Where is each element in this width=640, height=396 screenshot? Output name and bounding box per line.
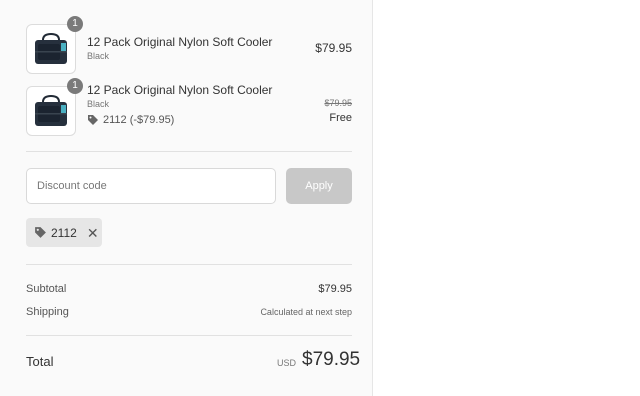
product-name: 12 Pack Original Nylon Soft Cooler [87, 35, 273, 49]
original-price: $79.95 [324, 98, 352, 108]
product-name: 12 Pack Original Nylon Soft Cooler [87, 83, 273, 97]
tag-icon [88, 115, 98, 125]
divider [26, 335, 352, 336]
product-variant: Black [87, 51, 110, 61]
applied-discount-code: 2112 [51, 225, 77, 240]
cooler-bag-image [35, 32, 67, 64]
product-thumbnail [26, 24, 76, 74]
order-summary-panel: 1 12 Pack Original Nylon Soft Cooler Bla… [0, 0, 373, 396]
line-item-price: $79.95 [315, 41, 352, 55]
subtotal-value: $79.95 [318, 283, 352, 295]
product-thumbnail [26, 86, 76, 136]
divider [26, 264, 352, 265]
tag-icon [35, 227, 46, 238]
line-item-price: Free [329, 112, 352, 124]
apply-button[interactable]: Apply [286, 168, 352, 204]
product-variant: Black [87, 99, 110, 109]
cooler-bag-image [35, 94, 67, 126]
total-label: Total [26, 354, 54, 369]
subtotal-label: Subtotal [26, 283, 67, 295]
line-item: 1 12 Pack Original Nylon Soft Cooler Bla… [26, 78, 352, 136]
quantity-badge: 1 [67, 16, 83, 32]
total-currency: USD [277, 358, 297, 368]
quantity-badge: 1 [67, 78, 83, 94]
shipping-value: Calculated at next step [260, 307, 352, 317]
applied-discount-chip: 2112 ✕ [26, 218, 102, 247]
line-item-discount: 2112 (-$79.95) [87, 114, 174, 126]
discount-code-input[interactable] [26, 168, 276, 204]
total-amount: $79.95 [302, 349, 361, 370]
divider [26, 151, 352, 152]
shipping-label: Shipping [26, 306, 69, 318]
line-item: 1 12 Pack Original Nylon Soft Cooler Bla… [26, 16, 352, 74]
line-item-discount-label: 2112 (-$79.95) [103, 114, 175, 126]
close-icon[interactable]: ✕ [87, 226, 99, 240]
